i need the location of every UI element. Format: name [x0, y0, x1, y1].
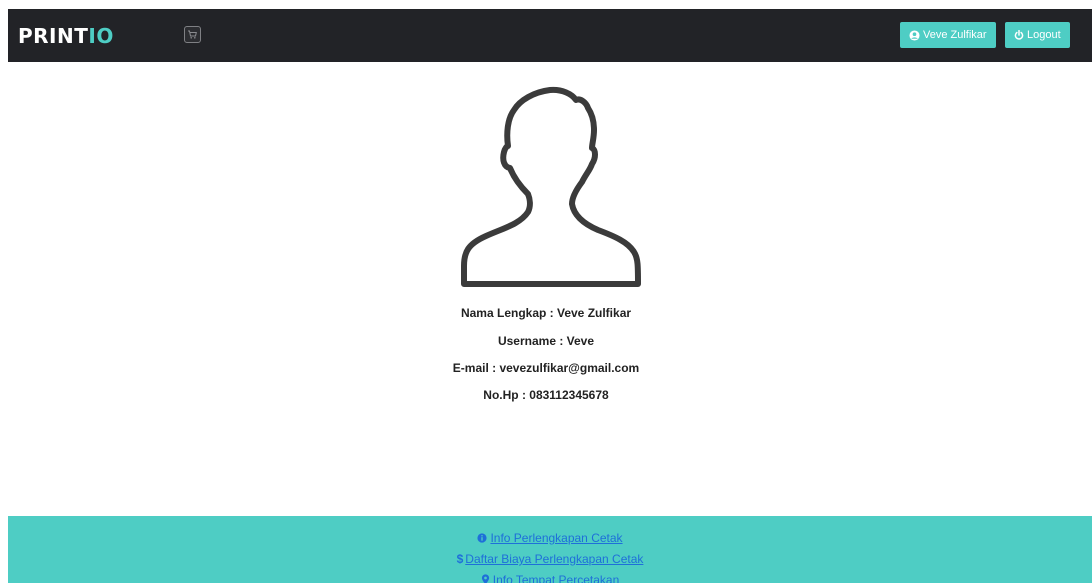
logout-button-label: Logout: [1027, 29, 1061, 41]
brand-logo[interactable]: PRINTIO: [18, 24, 114, 48]
logout-button[interactable]: Logout: [1005, 22, 1070, 48]
cart-icon: [188, 30, 197, 39]
info-tempat-link[interactable]: Info Tempat Percetakan: [493, 573, 620, 583]
full-name-text: Nama Lengkap : Veve Zulfikar: [460, 306, 632, 320]
info-perlengkapan-link[interactable]: Info Perlengkapan Cetak: [490, 531, 622, 545]
user-silhouette-icon: [461, 86, 641, 287]
footer-item-daftar-biaya: $ Daftar Biaya Perlengkapan Cetak: [8, 552, 1092, 566]
footer: Info Perlengkapan Cetak $ Daftar Biaya Pe…: [8, 516, 1092, 583]
user-button-label: Veve Zulfikar: [923, 29, 987, 41]
top-navbar: PRINTIO Veve Zulfikar Logout: [8, 9, 1092, 62]
daftar-biaya-link[interactable]: Daftar Biaya Perlengkapan Cetak: [465, 552, 643, 566]
power-icon: [1014, 30, 1024, 40]
footer-item-info-perlengkapan: Info Perlengkapan Cetak: [8, 531, 1092, 545]
map-marker-icon: [481, 574, 489, 583]
brand-accent-text: IO: [88, 24, 114, 48]
user-profile-button[interactable]: Veve Zulfikar: [900, 22, 996, 48]
footer-item-info-tempat: Info Tempat Percetakan: [8, 573, 1092, 583]
brand-main-text: PRINT: [18, 24, 89, 48]
email-text: E-mail : vevezulfikar@gmail.com: [452, 361, 640, 375]
user-circle-icon: [909, 29, 920, 41]
username-text: Username : Veve: [497, 334, 595, 348]
phone-text: No.Hp : 083112345678: [483, 388, 609, 402]
cart-button[interactable]: [184, 26, 201, 43]
profile-avatar: [458, 86, 644, 293]
dollar-icon: $: [456, 552, 464, 566]
info-icon: [477, 533, 488, 543]
page: PRINTIO Veve Zulfikar Logout Nama Lengka…: [0, 0, 1092, 583]
